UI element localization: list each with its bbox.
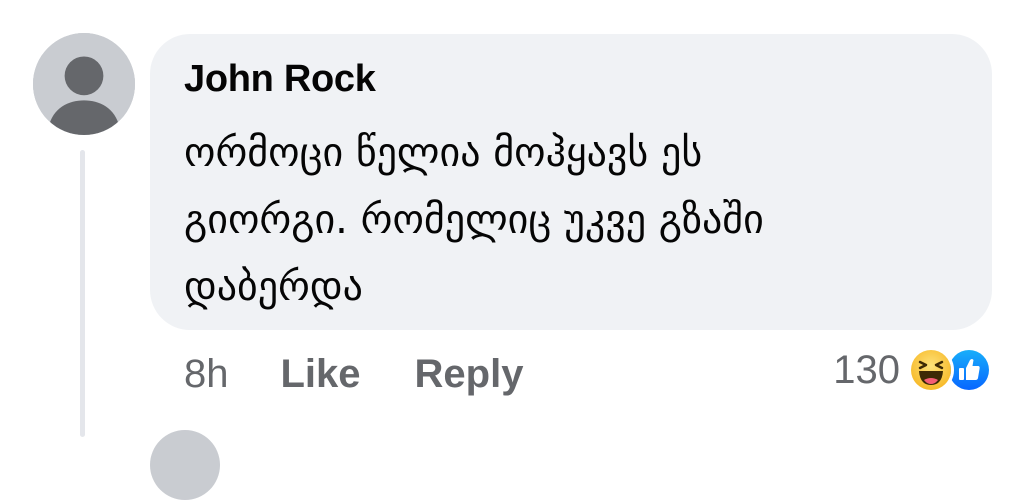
comment-timestamp[interactable]: 8h — [184, 352, 229, 397]
like-button[interactable]: Like — [281, 352, 361, 397]
reactions-summary[interactable]: 130 — [833, 346, 992, 394]
haha-reaction-icon — [908, 347, 954, 393]
comment-thread-line — [80, 150, 85, 437]
reaction-count: 130 — [833, 347, 900, 392]
comment-text-line: გიორგი. რომელიც უკვე გზაში — [184, 197, 764, 243]
avatar[interactable] — [33, 33, 135, 135]
comment-text-line: დაბერდა — [184, 264, 363, 310]
comment-author-name[interactable]: John Rock — [184, 58, 376, 101]
comment-text: ორმოცი წელია მოჰყავს ეს გიორგი. რომელიც … — [184, 120, 964, 321]
reply-button[interactable]: Reply — [415, 352, 524, 397]
default-profile-icon — [33, 33, 135, 135]
comment-text-line: ორმოცი წელია მოჰყავს ეს — [184, 130, 703, 176]
next-comment-avatar[interactable] — [150, 430, 220, 500]
comment-actions: 8h Like Reply — [184, 348, 523, 400]
reaction-icons — [908, 347, 992, 393]
